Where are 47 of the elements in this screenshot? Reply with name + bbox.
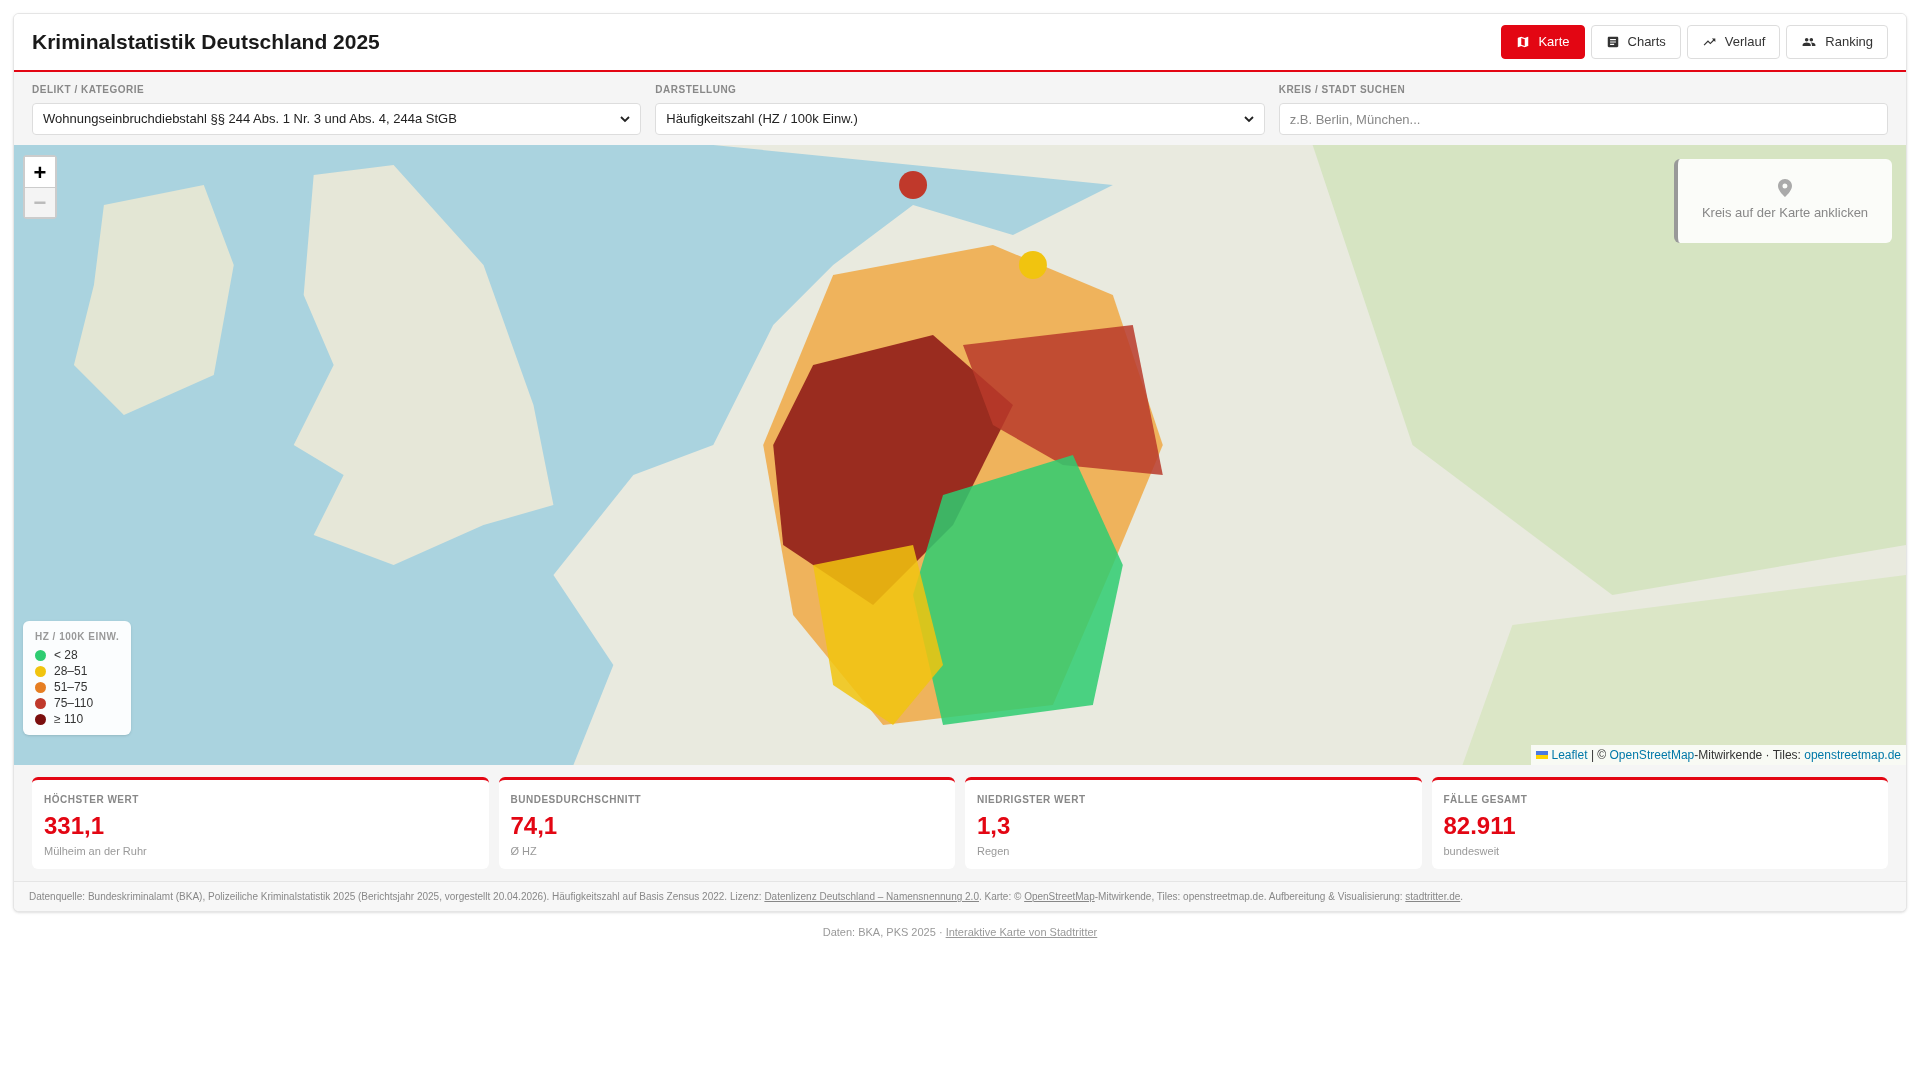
stat-label: FÄLLE GESAMT <box>1443 792 1529 807</box>
map-icon <box>1516 35 1531 49</box>
stat-value: 74,1 <box>510 811 559 841</box>
legend-label: 75–110 <box>54 695 94 712</box>
legend-title: HZ / 100K EINW. <box>35 630 120 644</box>
people-icon <box>1801 35 1818 49</box>
stat-subtext: bundesweit <box>1443 844 1501 859</box>
attribution-text: -Mitwirkende · Tiles: <box>1694 747 1802 764</box>
stat-label: BUNDESDURCHSCHNITT <box>510 793 643 807</box>
view-tab[interactable]: Karte <box>1501 25 1585 59</box>
attribution-link[interactable]: openstreetmap.de <box>1804 746 1901 764</box>
dropdown-field[interactable]: Wohnungseinbruchdiebstahl §§ 244 Abs. 1 Nr. 3 und Abs. 4, 244a StGB <box>32 103 642 135</box>
stat-subtext: Ø HZ <box>510 844 538 859</box>
document-icon <box>1605 35 1620 49</box>
view-tab[interactable]: Ranking <box>1786 25 1888 59</box>
stat-value: 1,3 <box>977 811 1012 841</box>
view-tab[interactable]: Verlauf <box>1686 25 1781 59</box>
source-link[interactable]: Datenlizenz Deutschland – Namensnennung 2.0 <box>764 891 979 902</box>
filter-label: DARSTELLUNG <box>655 83 738 97</box>
stat-value: 82.911 <box>1443 811 1517 841</box>
stat-subtext: Mülheim an der Ruhr <box>44 844 148 859</box>
source-note: Datenquelle: Bundeskriminalamt (BKA), Polizeiliche Kriminalstatistik 2025 (Berichtsjahr 2025, vorgestellt 20.04.2026). Häufigkeitszahl auf Basis Zensus 2022. Lizenz: Datenlizenz Deutschland – Namensnennung 2.0. Karte: © OpenStreetMap-Mitwirkende, Tiles: openstreetmap.de. Aufbereitung & Visualisierung: stadtritter.de. <box>29 890 1465 904</box>
page-title: Kriminalstatistik Deutschland 2025 <box>32 29 380 56</box>
dropdown-field[interactable]: Häufigkeitszahl (HZ / 100k Einw.) <box>655 103 1265 135</box>
map-pin-icon <box>1778 179 1792 198</box>
chevron-down-icon <box>1243 115 1254 123</box>
filter-label: KREIS / STADT SUCHEN <box>1278 83 1407 97</box>
stat-label: HÖCHSTER WERT <box>44 792 140 807</box>
filter-label: DELIKT / KATEGORIE <box>32 83 146 97</box>
attribution-link[interactable]: OpenStreetMap <box>1609 746 1695 764</box>
view-tab[interactable]: Charts <box>1590 25 1681 59</box>
attribution-text: | © <box>1589 747 1608 764</box>
legend-label: < 28 <box>54 647 78 664</box>
flag-icon <box>1535 751 1548 759</box>
legend-label: 51–75 <box>54 679 88 696</box>
legend-label: ≥ 110 <box>54 711 84 728</box>
footer-link[interactable]: Interaktive Karte von Stadtritter <box>945 926 1098 938</box>
attribution-link[interactable]: Leaflet <box>1551 746 1588 764</box>
info-text: Kreis auf der Karte anklicken <box>1701 204 1869 223</box>
search-field[interactable]: z.B. Berlin, München... <box>1278 103 1888 135</box>
stat-subtext: Regen <box>977 844 1011 859</box>
stat-label: NIEDRIGSTER WERT <box>977 793 1087 807</box>
page-footer-text: Daten: BKA, PKS 2025 · Interaktive Karte von Stadtritter <box>821 925 1099 940</box>
legend-label: 28–51 <box>54 663 88 680</box>
source-link[interactable]: OpenStreetMap <box>1024 891 1095 902</box>
chevron-down-icon <box>620 115 631 123</box>
stat-value: 331,1 <box>44 811 106 841</box>
